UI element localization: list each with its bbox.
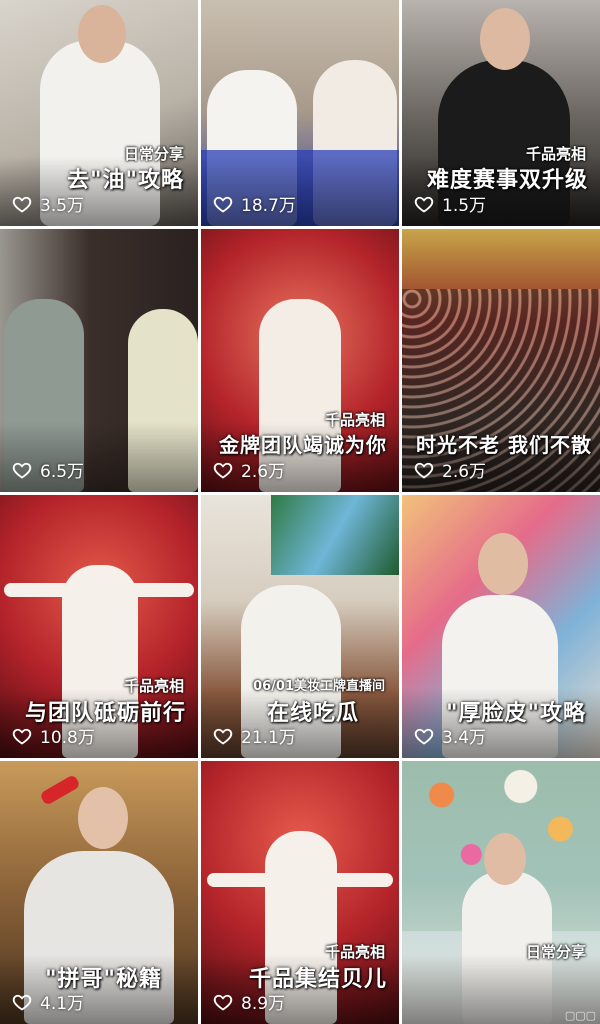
heart-outline-icon <box>213 994 233 1011</box>
video-tile[interactable]: 18.7万 <box>201 0 399 226</box>
like-count-text: 1.5万 <box>442 196 487 216</box>
like-count: 21.1万 <box>213 723 296 748</box>
like-count: 8.9万 <box>213 989 285 1014</box>
video-tile[interactable]: "厚脸皮"攻略 3.4万 <box>402 495 600 758</box>
person-head <box>478 533 528 595</box>
like-count: 2.6万 <box>213 457 285 482</box>
heart-outline-icon <box>213 462 233 479</box>
like-count-text: 10.8万 <box>40 728 95 748</box>
video-caption: 难度赛事双升级 <box>426 167 588 193</box>
heart-outline-icon <box>12 196 32 213</box>
like-count: 4.1万 <box>12 989 84 1014</box>
video-grid: 日常分享 去"油"攻略 3.5万 18.7万 千品亮相 难度赛事双升级 1.5万 <box>0 0 600 1024</box>
person-arms <box>4 583 194 597</box>
video-tag: 千品亮相 <box>324 943 385 961</box>
heart-outline-icon <box>414 728 434 745</box>
video-tag: 千品亮相 <box>525 145 586 163</box>
heart-outline-icon <box>12 994 32 1011</box>
like-count-text: 18.7万 <box>241 196 296 216</box>
like-count: 3.5万 <box>12 191 84 216</box>
like-count-text: 3.5万 <box>40 196 85 216</box>
person-head <box>78 5 126 63</box>
like-count: 10.8万 <box>12 723 95 748</box>
heart-outline-icon <box>12 462 32 479</box>
like-count-text: 21.1万 <box>241 728 296 748</box>
video-tile[interactable]: 千品亮相 千品集结贝儿 8.9万 <box>201 761 399 1024</box>
like-count: 2.6万 <box>414 457 486 482</box>
heart-outline-icon <box>213 728 233 745</box>
painting <box>271 495 399 575</box>
like-count-text: 2.6万 <box>241 462 286 482</box>
like-count: 18.7万 <box>213 191 296 216</box>
like-count-text: 2.6万 <box>442 462 487 482</box>
video-tag: 千品亮相 <box>324 411 385 429</box>
heart-outline-icon <box>12 728 32 745</box>
video-tile[interactable]: 日常分享 ▢▢▢ <box>402 761 600 1024</box>
video-tile[interactable]: 时光不老 我们不散 2.6万 <box>402 229 600 492</box>
video-tile[interactable]: 千品亮相 与团队砥砺前行 10.8万 <box>0 495 198 758</box>
like-count: 1.5万 <box>414 191 486 216</box>
video-tile[interactable]: 6.5万 <box>0 229 198 492</box>
like-count-text: 3.4万 <box>442 728 487 748</box>
heart-outline-icon <box>414 462 434 479</box>
like-count-text: 4.1万 <box>40 994 85 1014</box>
video-tag: 06/01美妆工牌直播间 <box>253 679 385 694</box>
like-count-text: 8.9万 <box>241 994 286 1014</box>
video-tile[interactable]: 06/01美妆工牌直播间 在线吃瓜 21.1万 <box>201 495 399 758</box>
video-tag: 千品亮相 <box>123 677 184 695</box>
person-head <box>484 833 526 885</box>
video-tag: 日常分享 <box>525 943 586 961</box>
like-count-text: 6.5万 <box>40 462 85 482</box>
video-caption: 时光不老 我们不散 <box>416 433 592 457</box>
video-tag: 日常分享 <box>123 145 184 163</box>
person-head <box>78 787 128 849</box>
video-tile[interactable]: 千品亮相 难度赛事双升级 1.5万 <box>402 0 600 226</box>
video-tile[interactable]: 日常分享 去"油"攻略 3.5万 <box>0 0 198 226</box>
video-caption: 去"油"攻略 <box>67 167 184 193</box>
watermark-mark: ▢▢▢ <box>564 1009 596 1022</box>
video-tile[interactable]: 千品亮相 金牌团队竭诚为你 2.6万 <box>201 229 399 492</box>
person-head <box>480 8 530 70</box>
heart-outline-icon <box>414 196 434 213</box>
person-arms <box>207 873 393 887</box>
like-count: 3.4万 <box>414 723 486 748</box>
video-tile[interactable]: "拼哥"秘籍 4.1万 <box>0 761 198 1024</box>
like-count: 6.5万 <box>12 457 84 482</box>
video-caption: 金牌团队竭诚为你 <box>219 433 387 457</box>
heart-outline-icon <box>213 196 233 213</box>
